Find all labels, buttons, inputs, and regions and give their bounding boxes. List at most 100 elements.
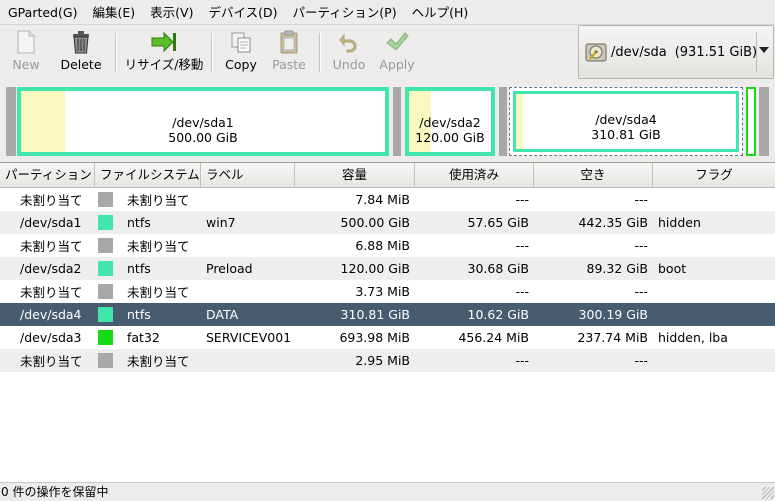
column-header-filesystem[interactable]: ファイルシステム bbox=[95, 163, 201, 187]
filesystem-name: ntfs bbox=[127, 307, 151, 322]
resize-move-button[interactable]: リサイズ/移動 bbox=[122, 25, 206, 80]
graph-partition-sda1[interactable]: /dev/sda1 500.00 GiB bbox=[17, 87, 389, 156]
column-header-partition[interactable]: パーティション bbox=[0, 163, 95, 187]
filesystem-color-swatch bbox=[98, 330, 113, 345]
filesystem-color-swatch bbox=[98, 284, 113, 299]
resize-arrow-icon bbox=[151, 29, 177, 55]
device-size: (931.51 GiB) bbox=[674, 44, 758, 60]
partition-table: パーティション ファイルシステム ラベル 容量 使用済み 空き フラグ 未割り当… bbox=[0, 162, 775, 482]
unallocated-segment[interactable] bbox=[6, 87, 16, 156]
menu-view[interactable]: 表示(V) bbox=[142, 0, 200, 25]
filesystem-color-swatch bbox=[98, 353, 113, 368]
cell-used: --- bbox=[515, 353, 529, 368]
cell-used: --- bbox=[515, 238, 529, 253]
graph-size-sda1: 500.00 GiB bbox=[168, 130, 238, 145]
paste-clipboard-icon bbox=[276, 29, 302, 55]
unallocated-segment[interactable] bbox=[499, 87, 507, 156]
filesystem-name: 未割り当て bbox=[127, 193, 190, 208]
trash-icon bbox=[68, 29, 94, 55]
unallocated-segment[interactable] bbox=[393, 87, 401, 156]
cell-filesystem: 未割り当て bbox=[95, 190, 201, 209]
cell-size: 7.84 MiB bbox=[355, 192, 410, 207]
cell-label: SERVICEV001 bbox=[206, 330, 292, 345]
table-row[interactable]: 未割り当て 未割り当て 6.88 MiB --- --- bbox=[0, 234, 775, 257]
cell-free: 442.35 GiB bbox=[578, 215, 648, 230]
cell-free: --- bbox=[634, 284, 648, 299]
delete-button[interactable]: Delete bbox=[52, 25, 110, 80]
checkmark-icon bbox=[384, 29, 410, 55]
cell-used: 30.68 GiB bbox=[467, 261, 530, 276]
resize-grip-icon[interactable] bbox=[762, 487, 774, 499]
filesystem-color-swatch bbox=[98, 192, 113, 207]
resize-move-label: リサイズ/移動 bbox=[124, 57, 204, 72]
column-header-flags[interactable]: フラグ bbox=[653, 163, 775, 187]
graph-name-sda1: /dev/sda1 bbox=[172, 115, 234, 130]
filesystem-color-swatch bbox=[98, 215, 113, 230]
graph-name-sda2: /dev/sda2 bbox=[419, 115, 481, 130]
cell-filesystem: 未割り当て bbox=[95, 236, 201, 255]
table-row[interactable]: 未割り当て 未割り当て 3.73 MiB --- --- bbox=[0, 280, 775, 303]
filesystem-name: ntfs bbox=[127, 215, 151, 230]
cell-free: --- bbox=[634, 192, 648, 207]
column-header-label[interactable]: ラベル bbox=[201, 163, 295, 187]
column-header-size[interactable]: 容量 bbox=[295, 163, 415, 187]
cell-flags: hidden bbox=[658, 215, 701, 230]
filesystem-name: ntfs bbox=[127, 261, 151, 276]
cell-filesystem: ntfs bbox=[95, 307, 201, 322]
table-header: パーティション ファイルシステム ラベル 容量 使用済み 空き フラグ bbox=[0, 163, 775, 188]
cell-partition: /dev/sda2 bbox=[20, 261, 82, 276]
graph-size-sda4: 310.81 GiB bbox=[591, 127, 661, 142]
new-label: New bbox=[12, 57, 40, 72]
paste-button[interactable]: Paste bbox=[264, 25, 314, 80]
filesystem-color-swatch bbox=[98, 238, 113, 253]
undo-button[interactable]: Undo bbox=[326, 25, 372, 80]
filesystem-color-swatch bbox=[98, 307, 113, 322]
cell-flags: hidden, lba bbox=[658, 330, 728, 345]
hard-disk-icon bbox=[585, 43, 607, 62]
dropdown-separator bbox=[756, 32, 757, 72]
cell-filesystem: ntfs bbox=[95, 215, 201, 230]
cell-used: 10.62 GiB bbox=[467, 307, 530, 322]
cell-flags: boot bbox=[658, 261, 687, 276]
cell-free: 300.19 GiB bbox=[578, 307, 648, 322]
device-path: /dev/sda bbox=[611, 44, 667, 60]
copy-icon bbox=[228, 29, 254, 55]
apply-button[interactable]: Apply bbox=[372, 25, 422, 80]
table-row[interactable]: /dev/sda1 ntfs win7 500.00 GiB 57.65 GiB 442.… bbox=[0, 211, 775, 234]
menu-device[interactable]: デバイス(D) bbox=[200, 0, 284, 25]
column-header-free[interactable]: 空き bbox=[534, 163, 653, 187]
graph-partition-sda3[interactable] bbox=[746, 87, 756, 156]
table-row[interactable]: 未割り当て 未割り当て 2.95 MiB --- --- bbox=[0, 349, 775, 372]
toolbar-separator bbox=[211, 33, 213, 72]
pending-operations-status: 0 件の操作を保留中 bbox=[1, 485, 109, 499]
table-row[interactable]: 未割り当て 未割り当て 7.84 MiB --- --- bbox=[0, 188, 775, 211]
cell-used: 456.24 MiB bbox=[458, 330, 529, 345]
copy-button[interactable]: Copy bbox=[218, 25, 264, 80]
toolbar-separator bbox=[115, 33, 117, 72]
menu-edit[interactable]: 編集(E) bbox=[84, 0, 142, 25]
cell-free: --- bbox=[634, 353, 648, 368]
table-row[interactable]: /dev/sda3 fat32 SERVICEV001 693.98 MiB 456.2… bbox=[0, 326, 775, 349]
graph-partition-sda2[interactable]: /dev/sda2 120.00 GiB bbox=[405, 87, 495, 156]
device-selector[interactable]: /dev/sda (931.51 GiB) bbox=[578, 25, 774, 79]
cell-partition: 未割り当て bbox=[20, 193, 83, 208]
menu-help[interactable]: ヘルプ(H) bbox=[404, 0, 476, 25]
table-row[interactable]: /dev/sda2 ntfs Preload 120.00 GiB 30.68 GiB 8… bbox=[0, 257, 775, 280]
filesystem-name: 未割り当て bbox=[127, 354, 190, 369]
unallocated-segment[interactable] bbox=[759, 87, 769, 156]
new-button[interactable]: New bbox=[0, 25, 52, 80]
cell-partition: /dev/sda3 bbox=[20, 330, 82, 345]
table-row[interactable]: /dev/sda4 ntfs DATA 310.81 GiB 10.62 GiB 300.… bbox=[0, 303, 775, 326]
graph-label-sda2: /dev/sda2 120.00 GiB bbox=[409, 115, 491, 145]
undo-label: Undo bbox=[332, 57, 366, 72]
cell-filesystem: fat32 bbox=[95, 330, 201, 345]
status-bar: 0 件の操作を保留中 bbox=[0, 482, 775, 500]
column-header-used[interactable]: 使用済み bbox=[415, 163, 534, 187]
graph-partition-sda4[interactable]: /dev/sda4 310.81 GiB bbox=[509, 87, 743, 156]
menu-gparted[interactable]: GParted(G) bbox=[0, 0, 84, 25]
menu-partition[interactable]: パーティション(P) bbox=[285, 0, 404, 25]
apply-label: Apply bbox=[379, 57, 415, 72]
cell-partition: 未割り当て bbox=[20, 354, 83, 369]
graph-label-sda4: /dev/sda4 310.81 GiB bbox=[510, 112, 742, 142]
copy-label: Copy bbox=[225, 57, 257, 72]
